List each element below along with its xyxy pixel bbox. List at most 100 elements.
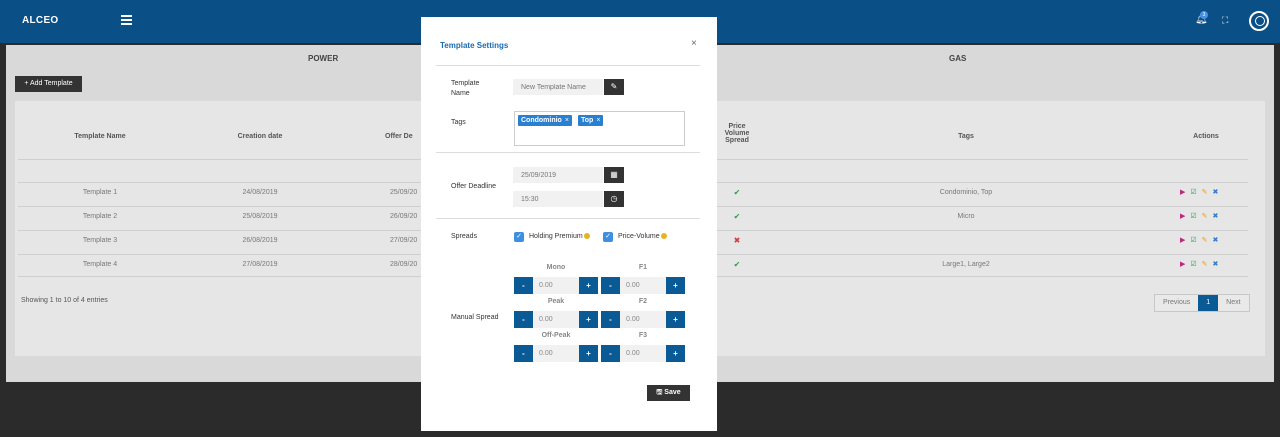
info-icon[interactable] bbox=[660, 233, 667, 240]
spread-mono-label: Mono bbox=[546, 264, 566, 271]
remove-tag-icon[interactable]: × bbox=[565, 117, 569, 124]
save-button[interactable]: 🖫︎ Save bbox=[647, 385, 690, 401]
tags-input[interactable]: Condominio × Top × bbox=[514, 111, 685, 146]
f3-value[interactable]: 0.00 bbox=[620, 345, 666, 362]
peak-decrement-button[interactable]: - bbox=[514, 311, 533, 328]
price-volume-label: Price-Volume bbox=[618, 233, 667, 240]
pencil-icon[interactable]: ✎ bbox=[1202, 189, 1208, 196]
cell-tags: Condominio, Top bbox=[939, 189, 993, 196]
external-edit-icon[interactable]: ☑ bbox=[1190, 237, 1196, 244]
holding-premium-label: Holding Premium bbox=[529, 233, 590, 240]
col-tags[interactable]: Tags bbox=[926, 133, 1006, 140]
offer-time-input[interactable] bbox=[513, 191, 603, 207]
holding-premium-checkbox[interactable]: ✓ bbox=[514, 232, 524, 242]
pager-next[interactable]: Next bbox=[1218, 295, 1248, 311]
delete-icon[interactable]: ✖ bbox=[1213, 189, 1219, 196]
col-offer-deadline[interactable]: Offer De bbox=[385, 133, 421, 140]
offer-date-input[interactable] bbox=[513, 167, 603, 183]
spread-peak-label: Peak bbox=[547, 298, 565, 305]
play-icon[interactable]: ▶ bbox=[1180, 213, 1185, 220]
col-actions: Actions bbox=[1193, 133, 1219, 140]
cell-offer: 28/09/20 bbox=[390, 261, 418, 268]
play-icon[interactable]: ▶ bbox=[1180, 261, 1185, 268]
cell-name: Template 2 bbox=[82, 213, 118, 220]
external-edit-icon[interactable]: ☑ bbox=[1190, 189, 1196, 196]
table-info: Showing 1 to 10 of 4 entries bbox=[21, 297, 108, 304]
pencil-icon[interactable]: ✎ bbox=[1202, 237, 1208, 244]
gas-section-title[interactable]: GAS bbox=[949, 54, 966, 63]
external-edit-icon[interactable]: ☑ bbox=[1190, 261, 1196, 268]
divider bbox=[436, 218, 700, 219]
price-volume-checkbox[interactable]: ✓ bbox=[603, 232, 613, 242]
f1-decrement-button[interactable]: - bbox=[601, 277, 620, 294]
user-avatar[interactable] bbox=[1249, 11, 1269, 31]
pencil-icon[interactable]: ✎ bbox=[1202, 213, 1208, 220]
manual-spread-label: Manual Spread bbox=[451, 314, 499, 321]
peak-increment-button[interactable]: + bbox=[579, 311, 598, 328]
off-peak-increment-button[interactable]: + bbox=[579, 345, 598, 362]
save-icon: 🖫︎ bbox=[656, 389, 663, 396]
pager-page-1[interactable]: 1 bbox=[1198, 295, 1219, 311]
cell-tags: Large1, Large2 bbox=[942, 261, 990, 268]
check-icon: ✔ bbox=[733, 212, 741, 221]
f2-value[interactable]: 0.00 bbox=[620, 311, 666, 328]
info-icon[interactable] bbox=[583, 233, 590, 240]
f3-decrement-button[interactable]: - bbox=[601, 345, 620, 362]
divider bbox=[436, 152, 700, 153]
row-actions: ▶ ☑ ✎ ✖ bbox=[1180, 236, 1240, 244]
modal-title: Template Settings bbox=[440, 41, 509, 50]
external-edit-icon[interactable]: ☑ bbox=[1190, 213, 1196, 220]
offer-deadline-label: Offer Deadline bbox=[451, 183, 497, 190]
col-price-volume-spread[interactable]: Price Volume Spread bbox=[715, 123, 759, 144]
col-creation-date[interactable]: Creation date bbox=[220, 133, 300, 140]
spread-f2-label: F2 bbox=[638, 298, 648, 305]
off-peak-decrement-button[interactable]: - bbox=[514, 345, 533, 362]
f1-value[interactable]: 0.00 bbox=[620, 277, 666, 294]
col-template-name[interactable]: Template Name bbox=[60, 133, 140, 140]
template-name-input[interactable] bbox=[513, 79, 603, 95]
cell-tags: Micro bbox=[957, 213, 975, 220]
close-icon[interactable]: × bbox=[691, 38, 697, 49]
f3-increment-button[interactable]: + bbox=[666, 345, 685, 362]
cell-creation: 27/08/2019 bbox=[242, 261, 278, 268]
cell-creation: 25/08/2019 bbox=[242, 213, 278, 220]
delete-icon[interactable]: ✖ bbox=[1213, 213, 1219, 220]
cell-offer: 26/09/20 bbox=[390, 213, 418, 220]
remove-tag-icon[interactable]: × bbox=[596, 117, 600, 124]
tag-chip: Condominio × bbox=[518, 115, 572, 126]
f1-increment-button[interactable]: + bbox=[666, 277, 685, 294]
peak-value[interactable]: 0.00 bbox=[533, 311, 579, 328]
mono-increment-button[interactable]: + bbox=[579, 277, 598, 294]
cell-name: Template 1 bbox=[82, 189, 118, 196]
app-logo[interactable]: ALCEO bbox=[22, 15, 59, 26]
off-peak-value[interactable]: 0.00 bbox=[533, 345, 579, 362]
divider bbox=[436, 65, 700, 66]
cell-creation: 26/08/2019 bbox=[242, 237, 278, 244]
add-template-button[interactable]: + Add Template bbox=[15, 76, 82, 92]
play-icon[interactable]: ▶ bbox=[1180, 237, 1185, 244]
check-icon: ✔ bbox=[733, 260, 741, 269]
cell-creation: 24/08/2019 bbox=[242, 189, 278, 196]
calendar-icon[interactable]: ▦ bbox=[604, 167, 624, 183]
pencil-icon[interactable]: ✎ bbox=[1202, 261, 1208, 268]
cell-name: Template 4 bbox=[82, 261, 118, 268]
f2-increment-button[interactable]: + bbox=[666, 311, 685, 328]
mono-decrement-button[interactable]: - bbox=[514, 277, 533, 294]
tag-chip: Top × bbox=[578, 115, 604, 126]
cell-offer: 27/09/20 bbox=[390, 237, 418, 244]
cell-name: Template 3 bbox=[82, 237, 118, 244]
delete-icon[interactable]: ✖ bbox=[1213, 237, 1219, 244]
f2-decrement-button[interactable]: - bbox=[601, 311, 620, 328]
clock-icon[interactable]: ◷ bbox=[604, 191, 624, 207]
delete-icon[interactable]: ✖ bbox=[1213, 261, 1219, 268]
row-actions: ▶ ☑ ✎ ✖ bbox=[1180, 212, 1240, 220]
edit-icon[interactable]: ✎ bbox=[604, 79, 624, 95]
cross-icon: ✖ bbox=[733, 236, 741, 245]
tags-label: Tags bbox=[451, 119, 466, 126]
play-icon[interactable]: ▶ bbox=[1180, 189, 1185, 196]
fullscreen-icon[interactable]: ⛶ bbox=[1222, 15, 1228, 26]
mono-value[interactable]: 0.00 bbox=[533, 277, 579, 294]
pagination: Previous 1 Next bbox=[1154, 294, 1250, 312]
pager-previous[interactable]: Previous bbox=[1155, 295, 1198, 311]
hamburger-menu-icon[interactable] bbox=[121, 15, 132, 25]
